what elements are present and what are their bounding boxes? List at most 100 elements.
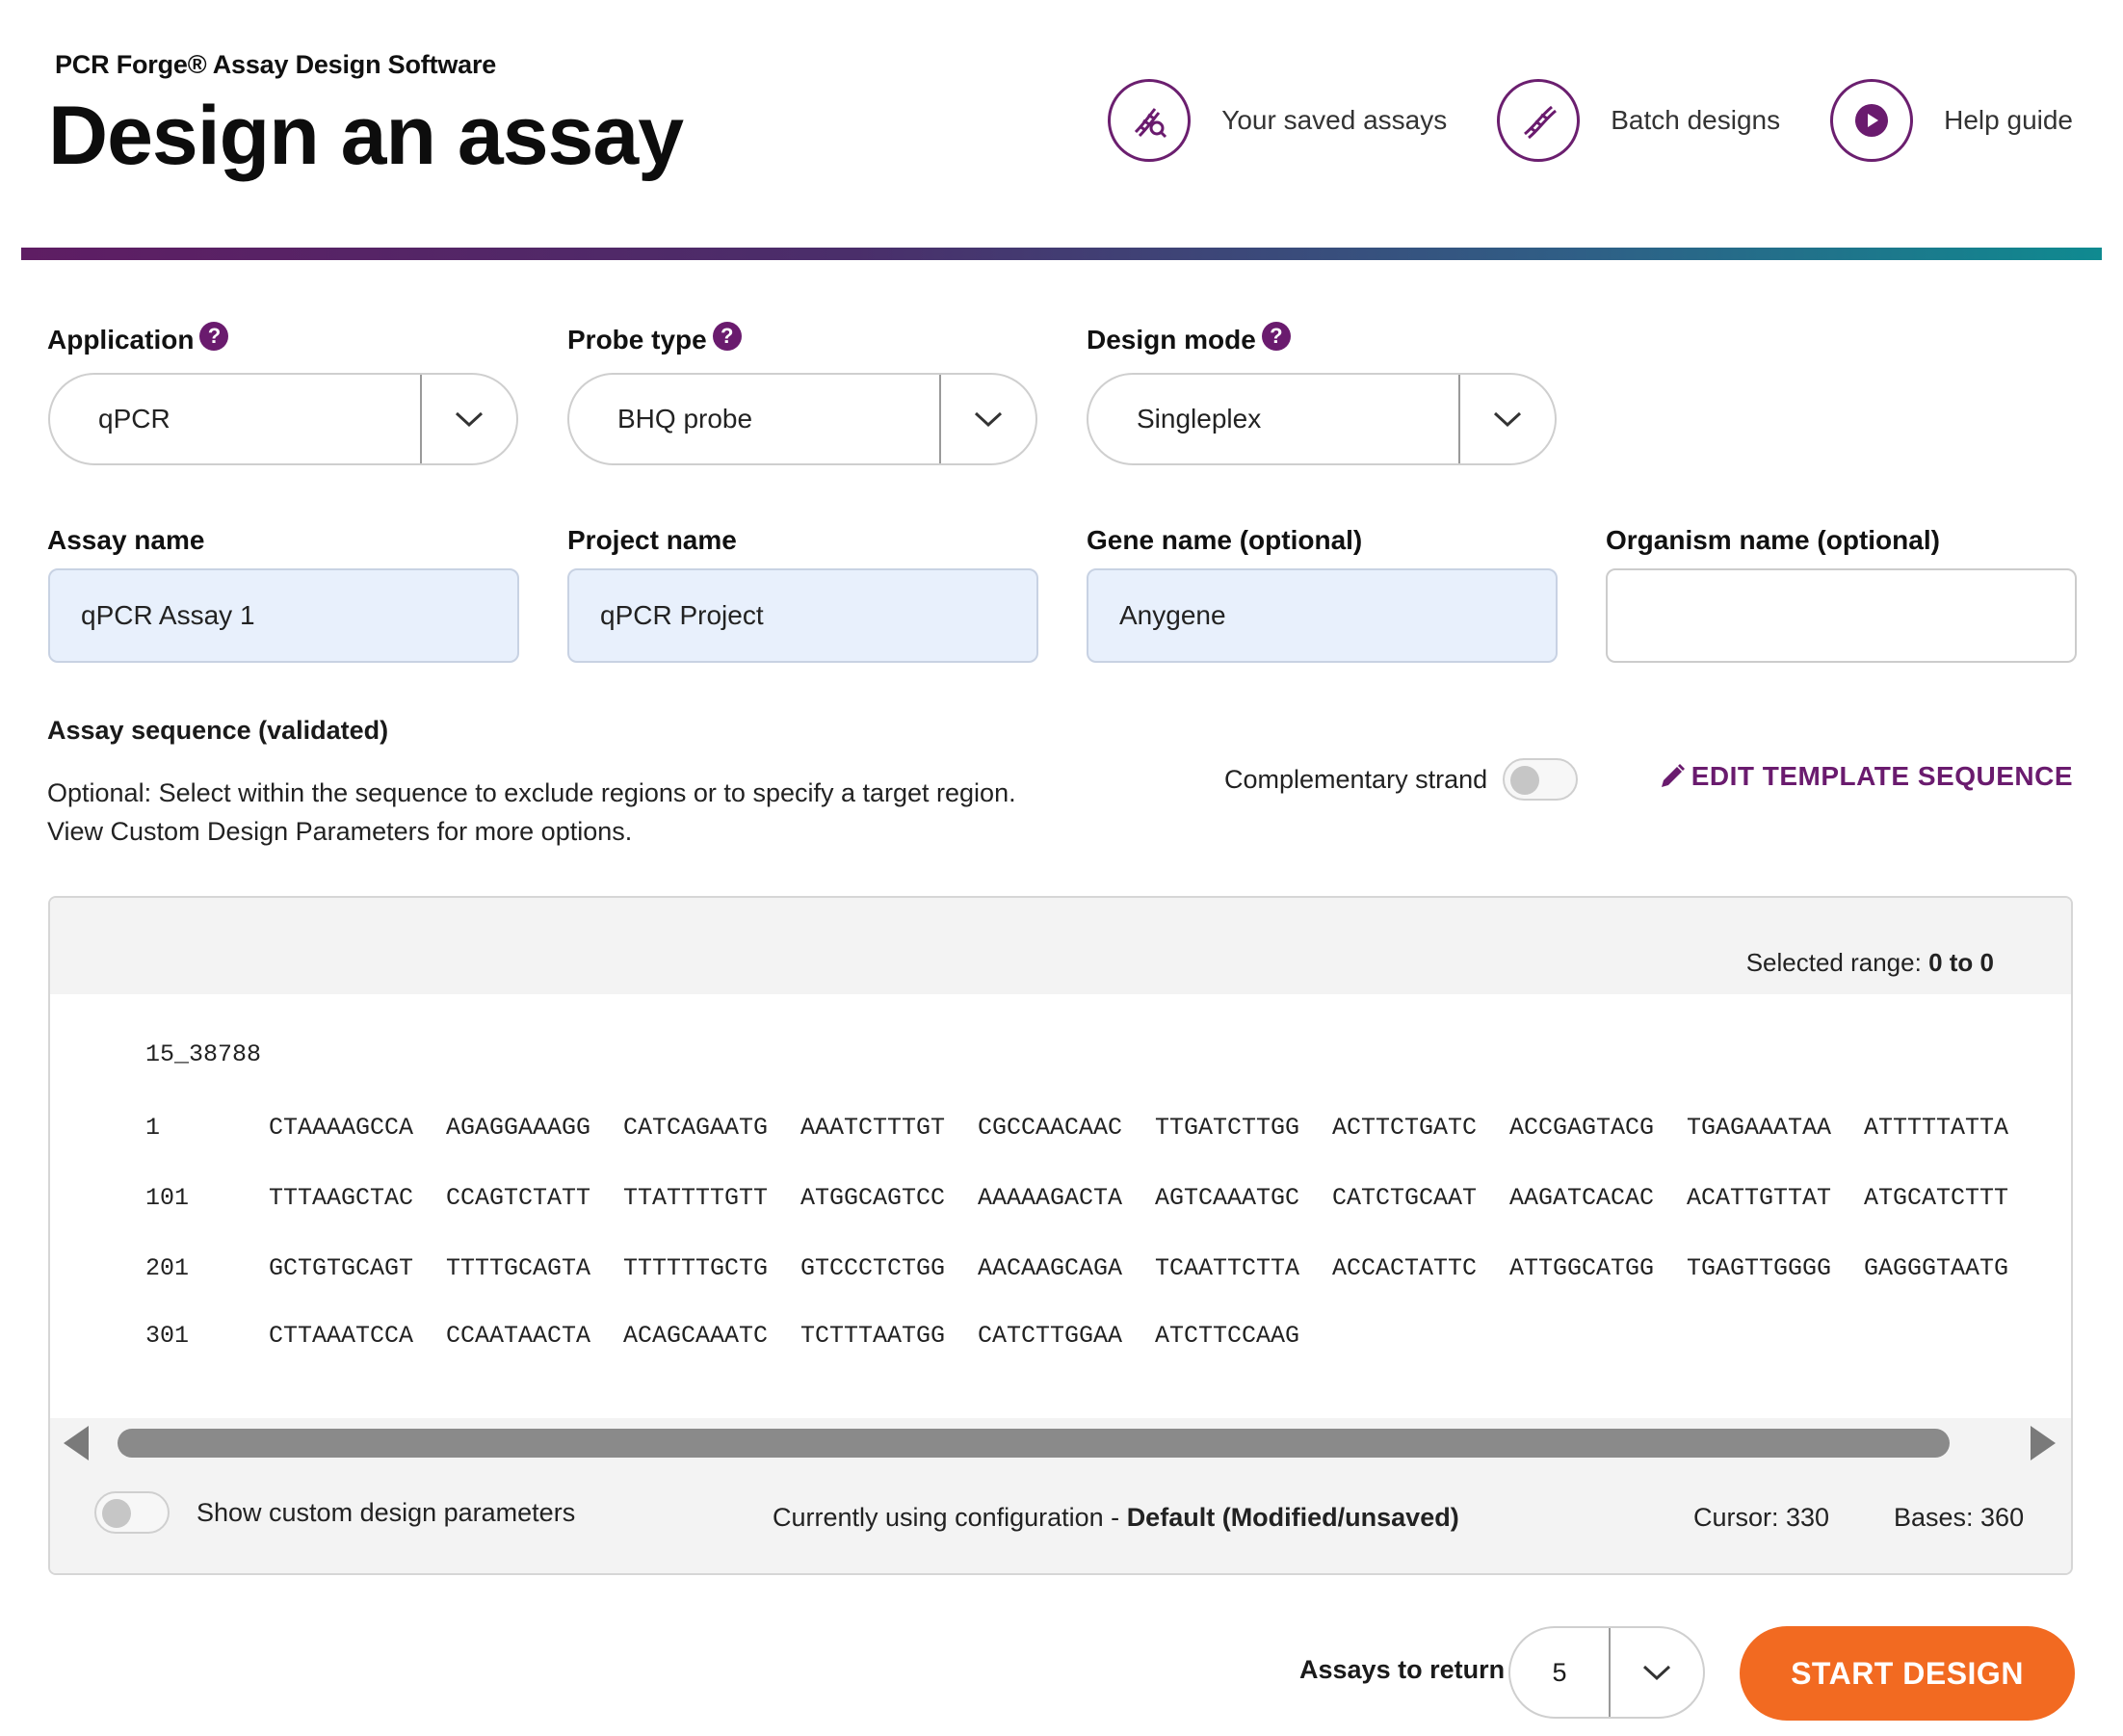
row-number: 1 <box>145 1114 161 1142</box>
complementary-strand: Complementary strand <box>1224 758 1579 801</box>
project-name-field[interactable] <box>567 568 1038 663</box>
sequence-chunk[interactable]: ATCTTCCAAG <box>1155 1322 1332 1350</box>
design-mode-select[interactable]: Singleplex <box>1087 373 1557 465</box>
row-number: 101 <box>145 1184 190 1212</box>
config-name: Default (Modified/unsaved) <box>1126 1503 1459 1532</box>
nav-help-guide[interactable]: Help guide <box>1830 79 2073 162</box>
chevron-down-icon[interactable] <box>420 375 516 463</box>
edit-template-sequence-link[interactable]: EDIT TEMPLATE SEQUENCE <box>1659 761 2073 792</box>
sequence-chunk[interactable]: TTTTTTGCTG <box>623 1254 800 1282</box>
sequence-chunk[interactable]: TGAGAAATAA <box>1687 1114 1864 1142</box>
sequence-chunk[interactable]: CCAATAACTA <box>446 1322 623 1350</box>
sequence-chunk[interactable]: ACAGCAAATC <box>623 1322 800 1350</box>
selected-range-label: Selected range: <box>1745 948 1922 977</box>
start-design-button[interactable]: START DESIGN <box>1740 1626 2075 1721</box>
sequence-chunk[interactable]: TCTTTAATGG <box>800 1322 978 1350</box>
show-custom-parameters-label: Show custom design parameters <box>197 1497 576 1527</box>
dna-search-icon <box>1108 79 1192 162</box>
bases-count: Bases: 360 <box>1894 1503 2025 1532</box>
sequence-chunk[interactable]: ACCGAGTACG <box>1509 1114 1687 1142</box>
sequence-chunk[interactable]: ATTTTTATTA <box>1864 1114 2041 1142</box>
assays-to-return-select[interactable]: 5 <box>1508 1626 1705 1719</box>
organism-name-field[interactable] <box>1606 568 2077 663</box>
sequence-chunk[interactable]: ATGCATCTTT <box>1864 1184 2041 1212</box>
nav-label: Help guide <box>1944 105 2073 135</box>
sequence-chunk[interactable]: ATGGCAGTCC <box>800 1184 978 1212</box>
chevron-down-icon[interactable] <box>1609 1628 1703 1717</box>
header-divider <box>21 248 2102 260</box>
sequence-panel-footer: Show custom design parameters Currently … <box>50 1466 2071 1573</box>
sequence-chunk[interactable]: AAGATCACAC <box>1509 1184 1687 1212</box>
sequence-name: 15_38788 <box>145 1040 262 1068</box>
sequence-chunk[interactable]: ACATTGTTAT <box>1687 1184 1864 1212</box>
sequence-chunk[interactable]: GTCCCTCTGG <box>800 1254 978 1282</box>
nav-label: Your saved assays <box>1221 105 1448 135</box>
dna-icon <box>1497 79 1581 162</box>
sequence-chunk[interactable]: AGTCAAATGC <box>1155 1184 1332 1212</box>
horizontal-scrollbar[interactable] <box>50 1418 2071 1466</box>
sequence-row: 301 CTTAAATCCA CCAATAACTA ACAGCAAATC TCT… <box>145 1322 1332 1350</box>
sequence-chunk[interactable]: TGAGTTGGGG <box>1687 1254 1864 1282</box>
scroll-right-arrow-icon[interactable] <box>2031 1426 2056 1460</box>
edit-link-label: EDIT TEMPLATE SEQUENCE <box>1691 761 2073 791</box>
gene-name-field[interactable] <box>1087 568 1558 663</box>
sequence-chunk[interactable]: CTTAAATCCA <box>269 1322 446 1350</box>
sequence-chunk[interactable]: CTAAAAGCCA <box>269 1114 446 1142</box>
sequence-chunk[interactable]: AAATCTTTGT <box>800 1114 978 1142</box>
chevron-down-icon[interactable] <box>1458 375 1555 463</box>
design-mode-value: Singleplex <box>1137 404 1262 434</box>
scrollbar-thumb[interactable] <box>118 1429 1950 1458</box>
complementary-strand-label: Complementary strand <box>1224 764 1488 794</box>
help-icon[interactable]: ? <box>199 322 229 351</box>
application-label: Application ? <box>47 322 229 355</box>
pencil-icon <box>1661 764 1685 787</box>
application-select[interactable]: qPCR <box>48 373 518 465</box>
selected-range-value: 0 to 0 <box>1928 948 1994 977</box>
page-title: Design an assay <box>48 90 684 182</box>
sequence-chunk[interactable]: TTTAAGCTAC <box>269 1184 446 1212</box>
sequence-chunk[interactable]: CGCCAACAAC <box>978 1114 1155 1142</box>
label-text: Application <box>47 325 195 355</box>
organism-name-label: Organism name (optional) <box>1606 525 1940 555</box>
assays-to-return-value: 5 <box>1552 1657 1567 1687</box>
sequence-chunk[interactable]: AACAAGCAGA <box>978 1254 1155 1282</box>
sequence-viewer[interactable]: 15_38788 1 CTAAAAGCCA AGAGGAAAGG CATCAGA… <box>50 994 2071 1360</box>
project-name-label: Project name <box>567 525 737 555</box>
help-icon[interactable]: ? <box>712 322 742 351</box>
sequence-chunk[interactable]: CATCTTGGAA <box>978 1322 1155 1350</box>
label-text: Design mode <box>1087 325 1256 355</box>
scroll-left-arrow-icon[interactable] <box>64 1426 89 1460</box>
selected-range: Selected range: 0 to 0 <box>1746 948 1994 978</box>
sequence-chunk[interactable]: CATCAGAATG <box>623 1114 800 1142</box>
sequence-chunk[interactable]: ACCACTATTC <box>1332 1254 1509 1282</box>
sequence-chunk[interactable]: AGAGGAAAGG <box>446 1114 623 1142</box>
show-custom-parameters-toggle[interactable] <box>94 1491 170 1534</box>
show-custom-parameters: Show custom design parameters <box>94 1491 575 1534</box>
design-mode-label: Design mode ? <box>1087 322 1291 355</box>
sequence-chunk[interactable]: ACTTCTGATC <box>1332 1114 1509 1142</box>
sequence-chunk[interactable]: CCAGTCTATT <box>446 1184 623 1212</box>
sequence-chunk[interactable]: TTTTGCAGTA <box>446 1254 623 1282</box>
sequence-chunk[interactable]: TCAATTCTTA <box>1155 1254 1332 1282</box>
nav-batch-designs[interactable]: Batch designs <box>1497 79 1780 162</box>
sequence-chunk[interactable]: GCTGTGCAGT <box>269 1254 446 1282</box>
sequence-chunk[interactable]: TTATTTTGTT <box>623 1184 800 1212</box>
app-name: PCR Forge® Assay Design Software <box>55 50 497 79</box>
row-number: 201 <box>145 1254 190 1282</box>
sequence-chunk[interactable]: GAGGGTAATG <box>1864 1254 2041 1282</box>
help-icon[interactable]: ? <box>1261 322 1291 351</box>
sequence-panel-header: Selected range: 0 to 0 <box>50 898 2071 994</box>
probe-type-select[interactable]: BHQ probe <box>567 373 1037 465</box>
chevron-down-icon[interactable] <box>939 375 1035 463</box>
complementary-strand-toggle[interactable] <box>1503 758 1579 801</box>
sequence-chunk[interactable]: CATCTGCAAT <box>1332 1184 1509 1212</box>
gene-name-label: Gene name (optional) <box>1087 525 1363 555</box>
sequence-chunk[interactable]: AAAAAGACTA <box>978 1184 1155 1212</box>
sequence-panel: Selected range: 0 to 0 15_38788 1 CTAAAA… <box>48 896 2073 1575</box>
sequence-chunk[interactable]: ATTGGCATGG <box>1509 1254 1687 1282</box>
sequence-section-title: Assay sequence (validated) <box>47 716 389 745</box>
nav-saved-assays[interactable]: Your saved assays <box>1108 79 1447 162</box>
play-icon <box>1830 79 1914 162</box>
assay-name-field[interactable] <box>48 568 519 663</box>
sequence-chunk[interactable]: TTGATCTTGG <box>1155 1114 1332 1142</box>
